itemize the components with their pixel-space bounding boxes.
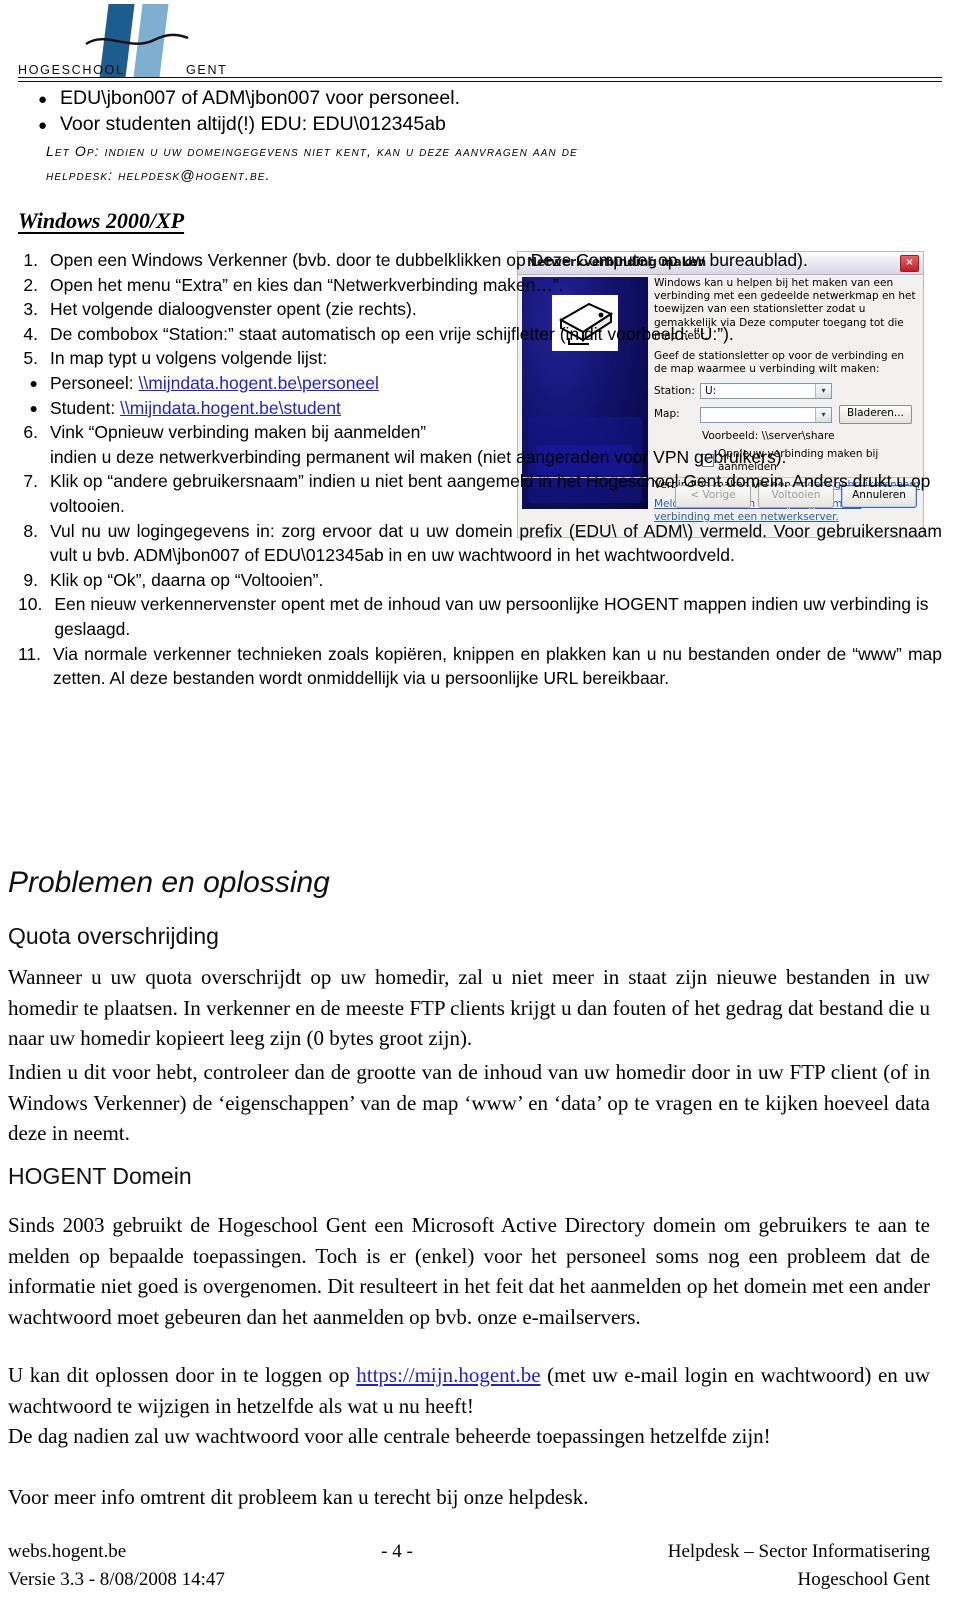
paragraph-quota-1: Wanneer u uw quota overschrijdt op uw ho… [8,965,930,1050]
top-bullet-list: ● EDU\jbon007 of ADM\jbon007 voor person… [38,86,938,138]
list-item: 10. Een nieuw verkennervenster opent met… [18,592,942,641]
list-text: Open een Windows Verkenner (bvb. door te… [50,250,808,270]
list-item: ● Student: \\mijndata.hogent.be\student [18,396,942,421]
heading-problemen-en-oplossing: Problemen en oplossing [8,866,330,899]
sub-bullet-label: Student: [50,397,121,418]
note-line-1: Let Op: indien u uw domeingegevens niet … [46,143,578,159]
list-item: 5. In map typt u volgens volgende lijst: [18,346,942,371]
sub-bullet-personeel: Personeel: \\mijndata.hogent.be\personee… [50,371,942,396]
note-let-op: Let Op: indien u uw domeingegevens niet … [46,139,926,187]
heading-quota-overschrijding: Quota overschrijding [8,923,219,949]
page-footer: webs.hogent.be - 4 - Helpdesk – Sector I… [8,1538,930,1594]
logo-word-gent: GENT [186,63,228,77]
footer-row-bottom: Versie 3.3 - 8/08/2008 14:47 Hogeschool … [8,1566,930,1594]
paragraph-domein-2-pre: U kan dit oplossen door in te loggen op [8,1363,357,1387]
list-text: Via normale verkenner technieken zoals k… [53,643,942,689]
note-line-2: helpdesk: helpdesk@hogent.be. [46,167,271,183]
heading-windows-2000-xp: Windows 2000/XP [18,208,185,233]
logo-word-hogeschool: HOGESCHOOL [18,63,125,77]
procedure-list: 1. Open een Windows Verkenner (bvb. door… [18,248,942,691]
bullet-dot-icon: ● [29,399,38,416]
list-text: In map typt u volgens volgende lijst: [50,348,328,369]
header-rule-thin [18,81,942,82]
footer-right-bottom: Hogeschool Gent [797,1569,930,1590]
list-text: Klik op “andere gebruikersnaam” indien u… [50,471,931,516]
list-item: ● Voor studenten altijd(!) EDU: EDU\0123… [38,112,938,138]
bullet-dot-icon: ● [38,91,48,108]
bullet-dot-icon: ● [38,117,48,134]
sub-bullet-label: Personeel: [50,372,139,393]
list-item: 8. Vul nu uw logingegevens in: zorg ervo… [18,519,942,568]
page-number: - 4 - [381,1541,413,1562]
list-text: Vink “Opnieuw verbinding maken bij aanme… [50,420,942,469]
bullet-dot-icon: ● [29,374,38,391]
list-item: 2. Open het menu “Extra” en kies dan “Ne… [18,273,942,298]
list-number: 4. [23,323,38,344]
list-item: 1. Open een Windows Verkenner (bvb. door… [18,248,942,273]
footer-left-top: webs.hogent.be [8,1541,127,1562]
list-number: 3. [23,299,38,320]
list-number: 6. [23,422,38,443]
list-number: 10. [18,594,43,615]
paragraph-domein-4: Voor meer info omtrent dit probleem kan … [8,1485,589,1509]
list-number: 9. [23,569,38,590]
list-number: 11. [18,643,42,664]
paragraph-domein-2: U kan dit oplossen door in te loggen op … [8,1360,930,1421]
paragraph-quota-2: Indien u dit voor hebt, controleer dan d… [8,1060,930,1145]
list-text: Open het menu “Extra” en kies dan “Netwe… [50,274,564,295]
list-item: 7. Klik op “andere gebruikersnaam” indie… [18,469,942,518]
footer-row-top: webs.hogent.be - 4 - Helpdesk – Sector I… [8,1538,930,1566]
list-text-lead: Vink “Opnieuw verbinding maken bij aanme… [50,422,427,443]
list-item: 9. Klik op “Ok”, daarna op “Voltooien”. [18,568,942,593]
list-item: ● EDU\jbon007 of ADM\jbon007 voor person… [38,86,938,112]
sub-bullet-student: Student: \\mijndata.hogent.be\student [50,396,942,421]
list-item: 4. De combobox “Station:” staat automati… [18,322,942,347]
logo-wave-icon [85,33,189,46]
header-rule [18,77,942,78]
student-share-link[interactable]: \\mijndata.hogent.be\student [120,398,341,418]
paragraph-domein-1: Sinds 2003 gebruikt de Hogeschool Gent e… [8,1213,930,1329]
top-bullet-text-2: Voor studenten altijd(!) EDU: EDU\012345… [60,113,446,135]
list-number: 5. [23,348,38,369]
heading-hogent-domein: HOGENT Domein [8,1163,192,1189]
page-header: HOGESCHOOL GENT [0,0,960,84]
list-item: 6. Vink “Opnieuw verbinding maken bij aa… [18,420,942,469]
footer-left-bottom: Versie 3.3 - 8/08/2008 14:47 [8,1569,225,1590]
list-text: De combobox “Station:” staat automatisch… [50,323,734,344]
list-item: 11. Via normale verkenner technieken zoa… [18,642,942,691]
list-text: Vul nu uw logingegevens in: zorg ervoor … [50,520,942,566]
list-item: ● Personeel: \\mijndata.hogent.be\person… [18,371,942,396]
paragraph-domein-3: De dag nadien zal uw wachtwoord voor all… [8,1424,771,1448]
list-number: 2. [23,274,38,295]
list-text: Klik op “Ok”, daarna op “Voltooien”. [50,569,324,590]
mijn-hogent-link[interactable]: https://mijn.hogent.be [356,1363,540,1387]
list-number: 8. [23,520,38,541]
list-number: 7. [23,471,38,492]
top-bullet-text-1: EDU\jbon007 of ADM\jbon007 voor personee… [60,87,460,109]
hogeschool-gent-logo: HOGESCHOOL GENT [18,2,248,82]
list-number: 1. [23,250,38,270]
list-text: Het volgende dialoogvenster opent (zie r… [50,299,417,320]
list-item: 3. Het volgende dialoogvenster opent (zi… [18,297,942,322]
footer-right-top: Helpdesk – Sector Informatisering [667,1541,930,1562]
list-text-rest: indien u deze netwerkverbinding permanen… [50,446,787,467]
personeel-share-link[interactable]: \\mijndata.hogent.be\personeel [139,373,379,393]
list-text: Een nieuw verkennervenster opent met de … [54,594,929,639]
